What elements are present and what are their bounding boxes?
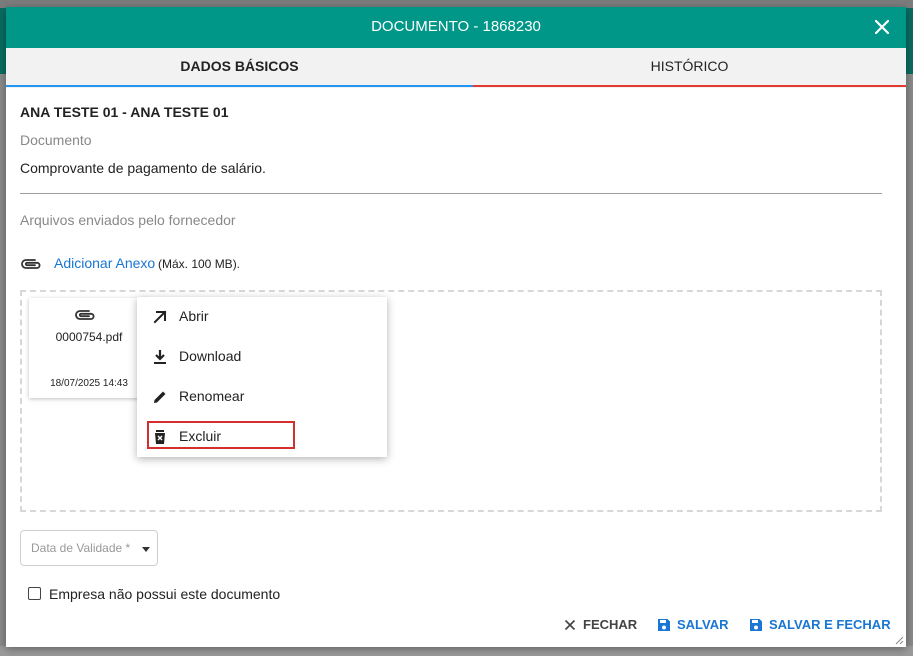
save-icon bbox=[658, 619, 670, 631]
save-and-close-button[interactable]: SALVAR E FECHAR bbox=[749, 613, 899, 637]
attachment-context-menu: Abrir Download Renomear Excluir bbox=[137, 297, 387, 457]
close-icon[interactable] bbox=[872, 17, 892, 37]
tab-dados-basicos[interactable]: DADOS BÁSICOS bbox=[6, 48, 473, 87]
close-button[interactable]: FECHAR bbox=[563, 613, 643, 637]
menu-item-label: Renomear bbox=[179, 388, 245, 404]
close-button-label: FECHAR bbox=[583, 617, 638, 632]
validity-date-placeholder: Data de Validade * bbox=[31, 541, 131, 555]
tab-bar: DADOS BÁSICOS HISTÓRICO bbox=[6, 48, 906, 88]
not-applicable-label: Empresa não possui este documento bbox=[49, 586, 281, 602]
paperclip-icon bbox=[21, 259, 41, 269]
backdrop-bottom bbox=[0, 646, 913, 656]
menu-item-label: Download bbox=[179, 348, 242, 364]
save-button-label: SALVAR bbox=[677, 617, 729, 632]
menu-item-download[interactable]: Download bbox=[137, 337, 387, 377]
paperclip-icon bbox=[75, 310, 95, 320]
menu-item-abrir[interactable]: Abrir bbox=[137, 297, 387, 337]
download-icon bbox=[154, 350, 166, 364]
attachment-date: 18/07/2025 14:43 bbox=[50, 378, 128, 389]
add-attachment-link[interactable]: Adicionar Anexo bbox=[54, 255, 155, 271]
close-icon bbox=[564, 619, 576, 631]
menu-item-label: Excluir bbox=[179, 428, 222, 444]
menu-item-excluir[interactable]: Excluir bbox=[137, 417, 387, 457]
divider bbox=[20, 193, 882, 194]
document-value: Comprovante de pagamento de salário. bbox=[20, 160, 266, 176]
dialog-title: DOCUMENTO - 1868230 bbox=[371, 18, 541, 35]
trash-icon bbox=[155, 430, 165, 444]
add-attachment-note: (Máx. 100 MB). bbox=[158, 257, 241, 271]
save-button[interactable]: SALVAR bbox=[657, 613, 737, 637]
not-applicable-checkbox[interactable] bbox=[28, 586, 44, 602]
resize-handle-icon[interactable] bbox=[894, 635, 904, 645]
dialog-header: DOCUMENTO - 1868230 bbox=[6, 7, 906, 48]
menu-item-label: Abrir bbox=[179, 308, 209, 324]
save-icon bbox=[750, 619, 762, 631]
save-and-close-button-label: SALVAR E FECHAR bbox=[769, 617, 891, 632]
document-label: Documento bbox=[20, 132, 92, 148]
open-arrow-icon bbox=[153, 310, 167, 324]
dialog-footer: FECHAR SALVAR SALVAR E FECHAR bbox=[6, 604, 906, 647]
pencil-icon bbox=[154, 391, 166, 403]
document-dialog: DOCUMENTO - 1868230 DADOS BÁSICOS HISTÓR… bbox=[6, 7, 906, 647]
menu-item-renomear[interactable]: Renomear bbox=[137, 377, 387, 417]
attachment-filename: 0000754.pdf bbox=[55, 330, 123, 344]
tab-historico[interactable]: HISTÓRICO bbox=[473, 48, 906, 87]
caret-down-icon bbox=[142, 547, 150, 552]
attachment-card[interactable]: 0000754.pdf 18/07/2025 14:43 bbox=[29, 298, 149, 398]
entity-name: ANA TESTE 01 - ANA TESTE 01 bbox=[20, 104, 229, 120]
checkbox-box[interactable] bbox=[28, 587, 41, 600]
files-label: Arquivos enviados pelo fornecedor bbox=[20, 212, 236, 228]
validity-date-select[interactable]: Data de Validade * bbox=[20, 530, 158, 566]
